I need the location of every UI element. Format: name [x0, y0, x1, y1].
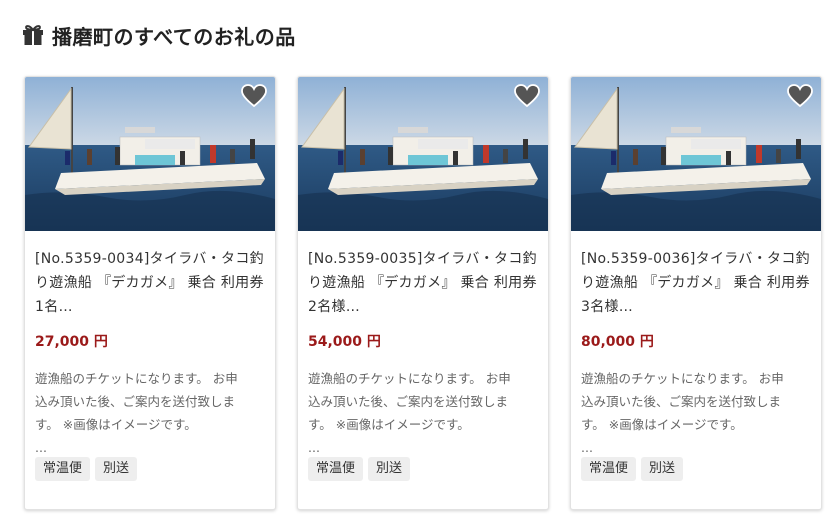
tag-separate-shipping: 別送 — [368, 457, 411, 481]
description-line: す。 ※画像はイメージです。 — [35, 417, 197, 432]
page-title: 播磨町のすべてのお礼の品 — [52, 24, 296, 49]
description-more: ... — [35, 440, 47, 455]
product-title[interactable]: [No.5359-0034]タイラバ・タコ釣り遊漁船 『デカガメ』 乗合 利用券… — [35, 247, 265, 319]
shipping-tags: 常温便 別送 — [308, 457, 411, 481]
product-card[interactable]: [No.5359-0036]タイラバ・タコ釣り遊漁船 『デカガメ』 乗合 利用券… — [570, 76, 822, 510]
tag-ambient-shipping: 常温便 — [35, 457, 91, 481]
tag-ambient-shipping: 常温便 — [308, 457, 364, 481]
tag-ambient-shipping: 常温便 — [581, 457, 637, 481]
product-price: 54,000 円 — [308, 334, 381, 350]
favorite-heart-icon[interactable] — [241, 84, 267, 108]
product-description: 遊漁船のチケットになります。 お申 込み頂いた後、ご案内を送付致しま す。 ※画… — [581, 367, 811, 459]
product-title[interactable]: [No.5359-0035]タイラバ・タコ釣り遊漁船 『デカガメ』 乗合 利用券… — [308, 247, 538, 319]
description-line: 込み頂いた後、ご案内を送付致しま — [308, 394, 509, 409]
product-price: 80,000 円 — [581, 334, 654, 350]
tag-separate-shipping: 別送 — [641, 457, 684, 481]
product-image[interactable] — [571, 77, 821, 231]
product-image[interactable] — [298, 77, 548, 231]
gift-icon — [23, 25, 43, 45]
description-line: 込み頂いた後、ご案内を送付致しま — [581, 394, 782, 409]
product-description: 遊漁船のチケットになります。 お申 込み頂いた後、ご案内を送付致しま す。 ※画… — [35, 367, 265, 459]
description-line: 遊漁船のチケットになります。 お申 — [35, 371, 238, 386]
shipping-tags: 常温便 別送 — [581, 457, 684, 481]
description-line: 遊漁船のチケットになります。 お申 — [581, 371, 784, 386]
description-line: す。 ※画像はイメージです。 — [581, 417, 743, 432]
product-price: 27,000 円 — [35, 334, 108, 350]
product-card[interactable]: [No.5359-0034]タイラバ・タコ釣り遊漁船 『デカガメ』 乗合 利用券… — [24, 76, 276, 510]
tag-separate-shipping: 別送 — [95, 457, 138, 481]
product-description: 遊漁船のチケットになります。 お申 込み頂いた後、ご案内を送付致しま す。 ※画… — [308, 367, 538, 459]
page-header: 播磨町のすべてのお礼の品 — [22, 20, 296, 50]
description-line: 込み頂いた後、ご案内を送付致しま — [35, 394, 236, 409]
shipping-tags: 常温便 別送 — [35, 457, 138, 481]
favorite-heart-icon[interactable] — [514, 84, 540, 108]
description-line: す。 ※画像はイメージです。 — [308, 417, 470, 432]
favorite-heart-icon[interactable] — [787, 84, 813, 108]
description-more: ... — [581, 440, 593, 455]
description-line: 遊漁船のチケットになります。 お申 — [308, 371, 511, 386]
description-more: ... — [308, 440, 320, 455]
product-title[interactable]: [No.5359-0036]タイラバ・タコ釣り遊漁船 『デカガメ』 乗合 利用券… — [581, 247, 811, 319]
product-card[interactable]: [No.5359-0035]タイラバ・タコ釣り遊漁船 『デカガメ』 乗合 利用券… — [297, 76, 549, 510]
product-list: [No.5359-0034]タイラバ・タコ釣り遊漁船 『デカガメ』 乗合 利用券… — [24, 76, 822, 510]
product-image[interactable] — [25, 77, 275, 231]
